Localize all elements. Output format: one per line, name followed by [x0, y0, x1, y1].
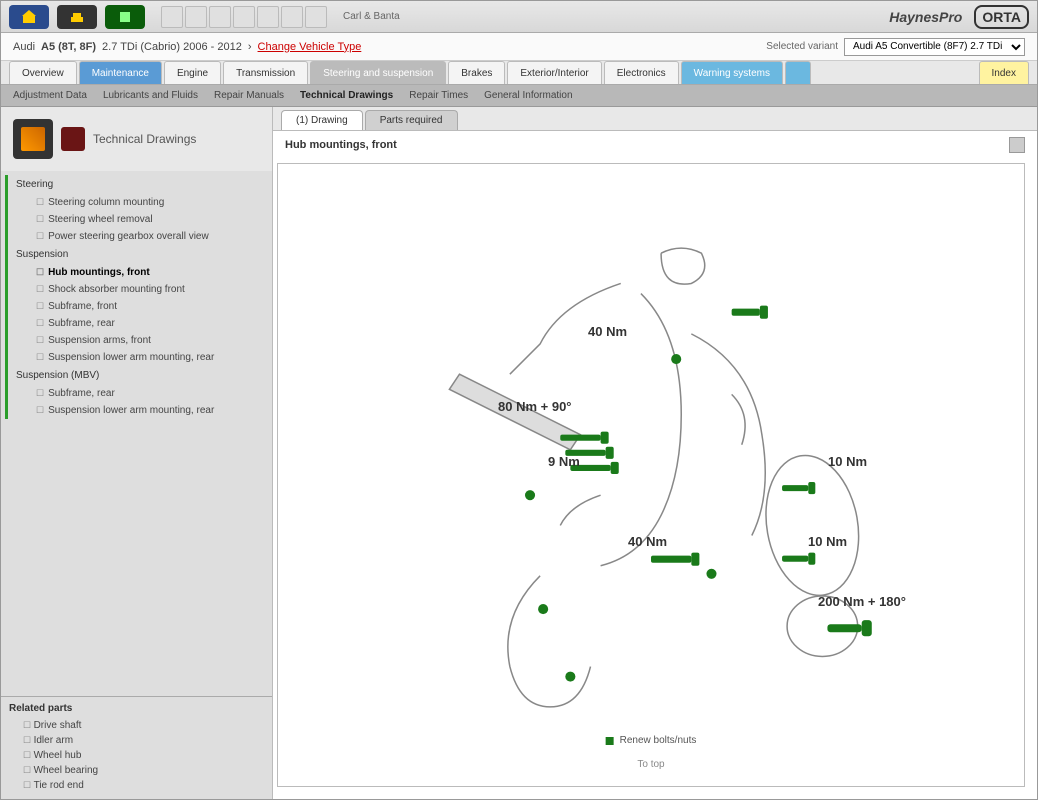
- torque-label: 9 Nm: [548, 454, 580, 469]
- main-panel: (1) Drawing Parts required Hub mountings…: [273, 107, 1037, 799]
- tab-engine[interactable]: Engine: [164, 61, 221, 84]
- related-item[interactable]: Drive shaft: [9, 718, 264, 733]
- sub-tab-repair-times[interactable]: Repair Times: [409, 90, 468, 101]
- toolbar-group: [161, 6, 327, 28]
- sidebar: Technical Drawings Steering Steering col…: [1, 107, 273, 799]
- torque-label: 10 Nm: [828, 454, 867, 469]
- torque-label: 10 Nm: [808, 534, 847, 549]
- to-top-link[interactable]: To top: [637, 759, 664, 770]
- brand-orta: ORTA: [974, 5, 1029, 29]
- technical-drawing: [278, 164, 1024, 786]
- related-item[interactable]: Tie rod end: [9, 778, 264, 793]
- tree-item[interactable]: Shock absorber mounting front: [8, 281, 272, 298]
- main-tabs: Overview Maintenance Engine Transmission…: [1, 61, 1037, 85]
- mini-tool-3[interactable]: [209, 6, 231, 28]
- tab-transmission[interactable]: Transmission: [223, 61, 308, 84]
- variant-select[interactable]: Audi A5 Convertible (8F7) 2.7 TDi: [844, 38, 1025, 56]
- torque-label: 40 Nm: [588, 324, 627, 339]
- drawing-area: 40 Nm 80 Nm + 90° 9 Nm 40 Nm 10 Nm 10 Nm…: [277, 163, 1025, 787]
- tree-item-active[interactable]: Hub mountings, front: [8, 264, 272, 281]
- related-title: Related parts: [9, 703, 264, 714]
- panel-tab-parts[interactable]: Parts required: [365, 110, 458, 130]
- tree-item[interactable]: Power steering gearbox overall view: [8, 228, 272, 245]
- variant-label: Selected variant: [766, 41, 838, 52]
- sub-tab-tech-drawings[interactable]: Technical Drawings: [300, 90, 393, 101]
- tab-electronics[interactable]: Electronics: [604, 61, 679, 84]
- tree: Steering Steering column mounting Steeri…: [1, 171, 272, 696]
- change-vehicle-link[interactable]: Change Vehicle Type: [258, 41, 362, 53]
- torque-label: 40 Nm: [628, 534, 667, 549]
- top-toolbar: Carl & Banta HaynesPro ORTA: [1, 1, 1037, 33]
- brand-haynes: HaynesPro: [889, 9, 962, 25]
- section-icon-2: [61, 127, 85, 151]
- mini-tool-2[interactable]: [185, 6, 207, 28]
- mini-tool-4[interactable]: [233, 6, 255, 28]
- tree-cat-suspension-mbv[interactable]: Suspension (MBV): [8, 366, 272, 385]
- legend: Renew bolts/nuts: [606, 735, 697, 746]
- torque-label: 200 Nm + 180°: [818, 594, 906, 609]
- tree-item[interactable]: Steering column mounting: [8, 194, 272, 211]
- user-label: Carl & Banta: [343, 11, 400, 22]
- drawing-title: Hub mountings, front: [285, 139, 397, 151]
- section-title: Technical Drawings: [93, 132, 196, 146]
- home-button[interactable]: [9, 5, 49, 29]
- tab-exterior[interactable]: Exterior/Interior: [507, 61, 601, 84]
- sub-tab-general[interactable]: General Information: [484, 90, 572, 101]
- tab-warning[interactable]: Warning systems: [681, 61, 783, 84]
- tree-item[interactable]: Steering wheel removal: [8, 211, 272, 228]
- vehicle-button[interactable]: [57, 5, 97, 29]
- tree-item[interactable]: Subframe, rear: [8, 315, 272, 332]
- tab-steering-suspension[interactable]: Steering and suspension: [310, 61, 446, 84]
- sub-tab-adjustment[interactable]: Adjustment Data: [13, 90, 87, 101]
- tree-item[interactable]: Suspension lower arm mounting, rear: [8, 349, 272, 366]
- torque-label: 80 Nm + 90°: [498, 399, 572, 414]
- vehicle-spec: 2.7 TDi (Cabrio) 2006 - 2012: [102, 41, 242, 53]
- tab-maintenance[interactable]: Maintenance: [79, 61, 162, 84]
- tab-brakes[interactable]: Brakes: [448, 61, 505, 84]
- tab-overview[interactable]: Overview: [9, 61, 77, 84]
- related-parts: Related parts Drive shaft Idler arm Whee…: [1, 696, 272, 799]
- mini-tool-1[interactable]: [161, 6, 183, 28]
- legend-text: Renew bolts/nuts: [620, 735, 697, 746]
- panel-tab-drawing[interactable]: (1) Drawing: [281, 110, 363, 130]
- tree-item[interactable]: Suspension lower arm mounting, rear: [8, 402, 272, 419]
- tree-item[interactable]: Subframe, rear: [8, 385, 272, 402]
- vehicle-sep: ›: [248, 41, 252, 53]
- vehicle-make: Audi: [13, 41, 35, 53]
- related-item[interactable]: Wheel hub: [9, 748, 264, 763]
- mini-tool-5[interactable]: [257, 6, 279, 28]
- tree-cat-suspension[interactable]: Suspension: [8, 245, 272, 264]
- related-item[interactable]: Wheel bearing: [9, 763, 264, 778]
- sub-tabs: Adjustment Data Lubricants and Fluids Re…: [1, 85, 1037, 107]
- vehicle-model: A5 (8T, 8F): [41, 41, 96, 53]
- vehicle-bar: Audi A5 (8T, 8F) 2.7 TDi (Cabrio) 2006 -…: [1, 33, 1037, 61]
- legend-dot-icon: [606, 737, 614, 745]
- tab-index[interactable]: Index: [979, 61, 1029, 84]
- related-item[interactable]: Idler arm: [9, 733, 264, 748]
- tree-cat-steering[interactable]: Steering: [8, 175, 272, 194]
- section-icon: [13, 119, 53, 159]
- sub-tab-lubricants[interactable]: Lubricants and Fluids: [103, 90, 198, 101]
- print-icon[interactable]: [1009, 137, 1025, 153]
- data-button[interactable]: [105, 5, 145, 29]
- mini-tool-7[interactable]: [305, 6, 327, 28]
- tree-item[interactable]: Subframe, front: [8, 298, 272, 315]
- mini-tool-6[interactable]: [281, 6, 303, 28]
- tree-item[interactable]: Suspension arms, front: [8, 332, 272, 349]
- tab-extra[interactable]: [785, 61, 811, 84]
- sub-tab-repair-manuals[interactable]: Repair Manuals: [214, 90, 284, 101]
